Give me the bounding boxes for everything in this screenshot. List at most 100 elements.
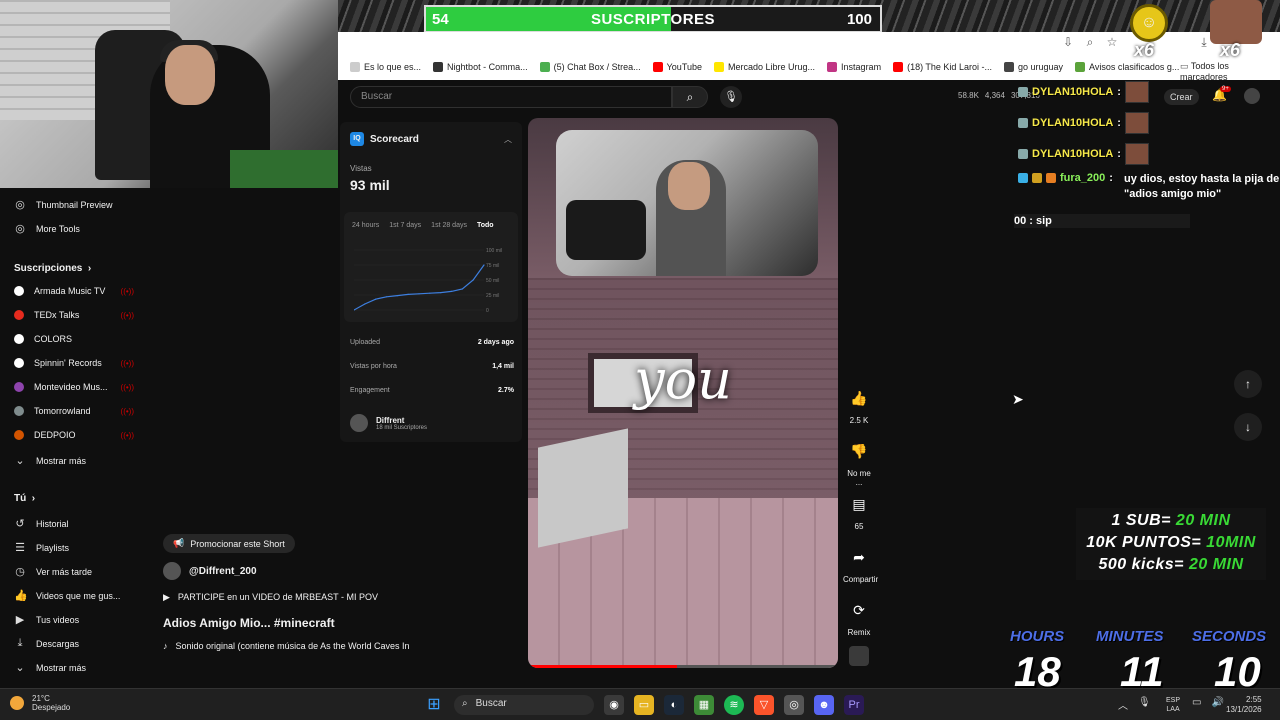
- channel-avatar-icon: [14, 430, 24, 440]
- bookmark-item[interactable]: Nightbot - Comma...: [433, 62, 528, 72]
- bookmark-item[interactable]: go uruguay: [1003, 62, 1063, 72]
- create-button[interactable]: Crear: [1164, 89, 1199, 105]
- webcam-feed: [0, 0, 338, 188]
- channel-link[interactable]: @Diffrent_200: [163, 562, 257, 580]
- face-emote-icon: [1210, 0, 1262, 44]
- scorecard-header[interactable]: IQ Scorecard: [350, 132, 419, 146]
- sidebar-subscription-item[interactable]: DEDPOIO ((•)): [14, 430, 134, 440]
- remix-button[interactable]: ⟳ Remix: [843, 596, 875, 637]
- microphone-icon[interactable]: 🎙: [1138, 697, 1151, 712]
- chart-point: [396, 295, 398, 297]
- voice-search-button[interactable]: 🎙: [720, 86, 742, 108]
- multiplier-badge-left: ☺ x6: [1122, 0, 1174, 62]
- sidebar-you-item[interactable]: ↺ Historial: [14, 517, 134, 530]
- promote-short-button[interactable]: 📢 Promocionar este Short: [163, 534, 295, 553]
- sound-avatar[interactable]: [849, 646, 869, 666]
- chevron-up-icon[interactable]: ︿: [1118, 697, 1128, 712]
- bookmark-item[interactable]: Avisos clasificados g...: [1075, 62, 1179, 72]
- chat-message-text: uy dios, estoy hasta la pija del "adios …: [1124, 173, 1280, 201]
- sidebar-item-icon: ⤓: [17, 637, 23, 649]
- install-icon[interactable]: ⇩: [1062, 35, 1074, 50]
- sidebar-subscription-item[interactable]: Tomorrowland ((•)): [14, 406, 134, 416]
- show-more-subscriptions[interactable]: ⌄ Mostrar más: [14, 454, 134, 467]
- sidebar-subscription-item[interactable]: TEDx Talks ((•)): [14, 310, 134, 320]
- previous-short-button[interactable]: ↑: [1234, 370, 1262, 398]
- show-more-you[interactable]: ⌄ Mostrar más: [14, 661, 134, 674]
- star-icon[interactable]: ☆: [1106, 35, 1118, 50]
- multiplier-right: x6: [1220, 40, 1241, 60]
- weather-temp: 21°C: [32, 694, 50, 703]
- like-button[interactable]: 👍 2.5 K: [843, 384, 875, 425]
- minecraft-icon[interactable]: ▦: [694, 695, 714, 715]
- sidebar-item-thumbnail-preview[interactable]: ◎ Thumbnail Preview: [14, 198, 134, 211]
- live-icon: ((•)): [120, 310, 134, 320]
- sidebar-subscription-item[interactable]: COLORS: [14, 334, 134, 344]
- scorecard-tab[interactable]: 1st 7 days: [389, 222, 421, 229]
- video-progress-bar[interactable]: [528, 665, 838, 668]
- steam-icon[interactable]: ◐: [664, 695, 684, 715]
- brave-icon[interactable]: ▽: [754, 695, 774, 715]
- collapse-icon[interactable]: ︿: [504, 134, 512, 145]
- file-explorer-icon[interactable]: ▭: [634, 695, 654, 715]
- discord-icon[interactable]: ☻: [814, 695, 834, 715]
- search-input[interactable]: Buscar: [350, 86, 672, 108]
- scorecard-tab[interactable]: 1st 28 days: [431, 222, 467, 229]
- taskbar-search[interactable]: ⌕ Buscar: [454, 695, 594, 715]
- scorecard-tab[interactable]: Todo: [477, 222, 494, 229]
- sidebar-subscription-item[interactable]: Spinnin' Records ((•)): [14, 358, 134, 368]
- monitor-icon[interactable]: ▭: [1192, 697, 1201, 708]
- extension-icon: ◎: [15, 199, 25, 211]
- sidebar-item-more-tools[interactable]: ◎ More Tools: [14, 222, 134, 235]
- bookmark-item[interactable]: YouTube: [652, 62, 702, 72]
- clock[interactable]: 2:55 13/1/2026: [1226, 695, 1262, 715]
- sidebar-you-item[interactable]: ☰ Playlists: [14, 541, 134, 554]
- sidebar-you-item[interactable]: 👍 Videos que me gus...: [14, 589, 134, 602]
- language-indicator[interactable]: ESP LAA: [1166, 696, 1180, 714]
- sidebar-you-item[interactable]: ⤓ Descargas: [14, 637, 134, 650]
- search-button[interactable]: ⌕: [672, 86, 708, 108]
- bookmark-favicon-icon: [1075, 62, 1085, 72]
- dislike-button[interactable]: 👎 No me ...: [843, 437, 875, 487]
- sidebar-subscription-item[interactable]: Montevideo Mus... ((•)): [14, 382, 134, 392]
- bookmark-item[interactable]: (18) The Kid Laroi -...: [893, 62, 992, 72]
- you-header[interactable]: Tú ›: [14, 493, 35, 504]
- bookmark-favicon-icon: [350, 62, 360, 72]
- channel-subs: 18 mil Suscriptores: [376, 424, 428, 431]
- downloads-icon[interactable]: ⤓: [1198, 35, 1210, 50]
- bookmark-item[interactable]: Mercado Libre Urug...: [714, 62, 815, 72]
- related-video-link[interactable]: ▶ PARTICIPE en un VIDEO de MRBEAST - MI …: [163, 592, 378, 603]
- sound-link[interactable]: ♪ Sonido original (contiene música de As…: [163, 641, 409, 651]
- megaphone-icon: 📢: [173, 538, 185, 548]
- chat-emote-icon: [1124, 112, 1149, 134]
- chart-point: [375, 298, 377, 300]
- bookmarks-folder[interactable]: ▭ Todos los marcadores: [1180, 61, 1268, 82]
- volume-icon[interactable]: 🔊: [1211, 697, 1223, 708]
- windows-start-icon[interactable]: ⊞: [424, 695, 444, 715]
- zoom-icon[interactable]: ⌕: [1084, 35, 1096, 50]
- sidebar-you-item[interactable]: ◷ Ver más tarde: [14, 565, 134, 578]
- chart-point: [364, 303, 366, 305]
- obs-icon[interactable]: ◎: [784, 695, 804, 715]
- bookmark-item[interactable]: Es lo que es...: [350, 62, 421, 72]
- bookmark-item[interactable]: (5) Chat Box / Strea...: [539, 62, 641, 72]
- chrome-icon[interactable]: ◉: [604, 695, 624, 715]
- share-button[interactable]: ➦ Compartir: [843, 543, 878, 584]
- scorecard-channel[interactable]: Diffrent 18 mil Suscriptores: [350, 414, 427, 432]
- chart-point: [450, 290, 453, 292]
- share-icon: ➦: [853, 549, 865, 565]
- sidebar-you-item[interactable]: ▶ Tus videos: [14, 613, 134, 626]
- next-short-button[interactable]: ↓: [1234, 413, 1262, 441]
- search-icon: ⌕: [686, 90, 694, 104]
- subscriptions-header[interactable]: Suscripciones ›: [14, 263, 91, 274]
- sidebar-subscription-item[interactable]: Armada Music TV ((•)): [14, 286, 134, 296]
- scorecard-tab[interactable]: 24 hours: [352, 222, 379, 229]
- weather-widget[interactable]: 21°C Despejado: [10, 694, 70, 712]
- stat-views: 58.8K: [958, 91, 979, 100]
- comments-button[interactable]: ▤ 65: [843, 490, 875, 531]
- bookmark-item[interactable]: Instagram: [827, 62, 881, 72]
- spotify-icon[interactable]: ≋: [724, 695, 744, 715]
- chat-badge-icon: [1046, 173, 1056, 183]
- premiere-icon[interactable]: Pr: [844, 695, 864, 715]
- account-avatar[interactable]: [1244, 88, 1260, 104]
- short-video-player[interactable]: you: [528, 118, 838, 668]
